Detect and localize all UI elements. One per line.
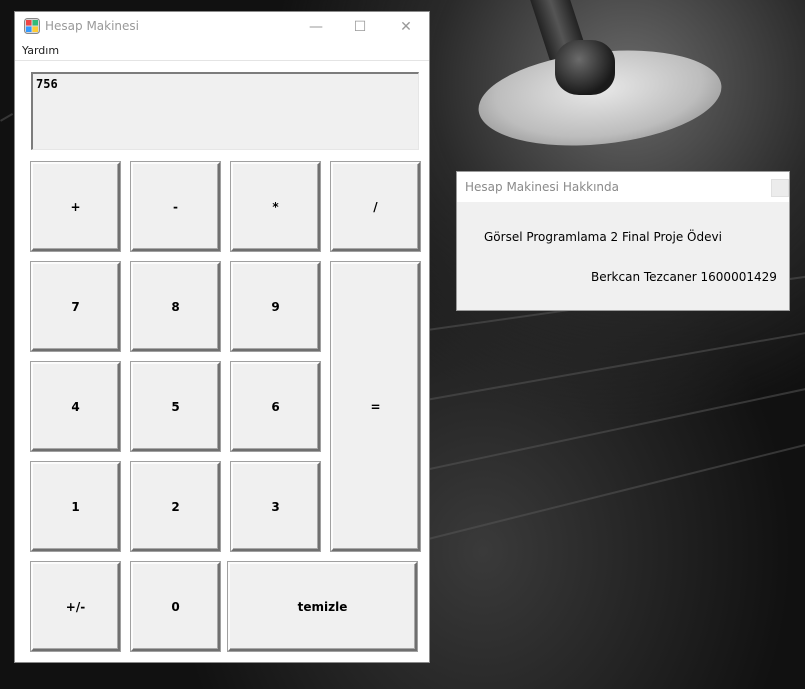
result-display[interactable]: 756: [31, 72, 419, 150]
title-bar[interactable]: Hesap Makinesi — ☐ ✕: [15, 12, 429, 42]
digit-4-button[interactable]: 4: [31, 362, 120, 451]
minus-button[interactable]: -: [131, 162, 220, 251]
equals-button[interactable]: =: [331, 262, 420, 551]
display-value: 756: [36, 77, 58, 91]
wallpaper-string: [420, 327, 805, 402]
wallpaper-guitar-knob: [555, 40, 615, 95]
about-author-text: Berkcan Tezcaner 1600001429: [591, 270, 777, 284]
digit-9-button[interactable]: 9: [231, 262, 320, 351]
sign-toggle-button[interactable]: +/-: [31, 562, 120, 651]
calculator-app-icon: [24, 18, 40, 34]
wallpaper-string: [0, 113, 14, 122]
plus-button[interactable]: +: [31, 162, 120, 251]
close-button[interactable]: ✕: [394, 16, 418, 38]
calculator-window: Hesap Makinesi — ☐ ✕ Yardım 756 + - * / …: [14, 11, 430, 663]
digit-3-button[interactable]: 3: [231, 462, 320, 551]
digit-2-button[interactable]: 2: [131, 462, 220, 551]
about-dialog: Hesap Makinesi Hakkında Görsel Programla…: [456, 171, 790, 311]
wallpaper-string: [420, 438, 805, 542]
about-title-bar[interactable]: Hesap Makinesi Hakkında: [457, 172, 789, 202]
digit-6-button[interactable]: 6: [231, 362, 320, 451]
digit-1-button[interactable]: 1: [31, 462, 120, 551]
digit-8-button[interactable]: 8: [131, 262, 220, 351]
menu-bar: Yardım: [15, 42, 429, 61]
minimize-button[interactable]: —: [304, 16, 328, 38]
about-title: Hesap Makinesi Hakkında: [465, 180, 620, 194]
maximize-button[interactable]: ☐: [348, 16, 372, 38]
digit-0-button[interactable]: 0: [131, 562, 220, 651]
window-title: Hesap Makinesi: [45, 19, 140, 33]
about-project-text: Görsel Programlama 2 Final Proje Ödevi: [484, 230, 722, 244]
menu-help[interactable]: Yardım: [22, 44, 59, 57]
digit-5-button[interactable]: 5: [131, 362, 220, 451]
clear-button[interactable]: temizle: [228, 562, 417, 651]
multiply-button[interactable]: *: [231, 162, 320, 251]
digit-7-button[interactable]: 7: [31, 262, 120, 351]
divide-button[interactable]: /: [331, 162, 420, 251]
about-close-button[interactable]: [771, 179, 789, 197]
